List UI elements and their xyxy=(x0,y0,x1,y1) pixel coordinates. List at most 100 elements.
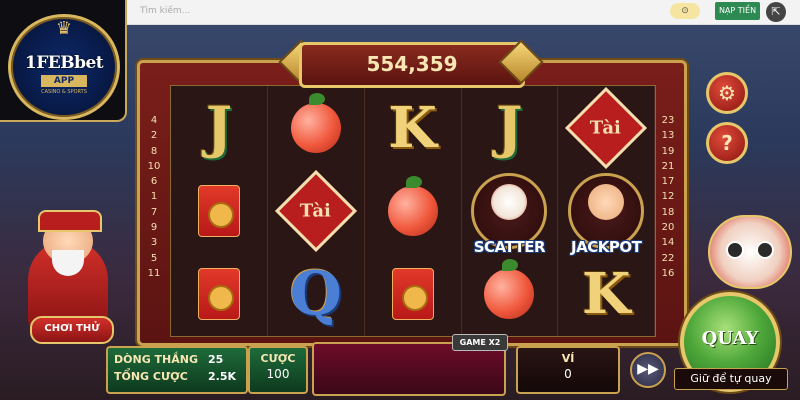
tai-symbol: Tài xyxy=(274,169,357,252)
right-payline-number: 21 xyxy=(661,160,675,172)
symbol-j: J xyxy=(496,94,523,161)
logo-brand: 1FEBbet xyxy=(24,53,104,73)
symbol-k: K xyxy=(388,94,437,161)
left-payline-number: 4 xyxy=(150,115,158,126)
reel-column-3: K xyxy=(365,86,462,336)
god-of-wealth-character xyxy=(10,210,120,330)
deposit-button[interactable]: NẠP TIỀN xyxy=(715,2,760,20)
total-bet-value: 2.5K xyxy=(208,370,237,383)
reel-cell xyxy=(365,252,461,335)
external-link-icon[interactable]: ⇱ xyxy=(766,2,786,22)
reel-cell xyxy=(171,169,267,252)
reel-column-2: Tài Q xyxy=(268,86,365,336)
reel-cell: Q xyxy=(268,252,364,335)
reel-column-1: J xyxy=(171,86,268,336)
logo-app-label: APP xyxy=(41,75,87,87)
reel-cell: Tài xyxy=(558,86,654,169)
reel-grid: J Tài Q K J SCATTER Tài JACKPOT K xyxy=(170,85,656,337)
right-payline-number: 18 xyxy=(661,206,675,218)
logo-badge: ♛ 1FEBbet APP CASINO & SPORTS xyxy=(8,14,120,120)
search-input[interactable]: Tìm kiếm... xyxy=(140,3,660,19)
reel-cell: SCATTER xyxy=(461,169,557,256)
bet-value: 100 xyxy=(266,367,290,381)
reel-column-4: J SCATTER xyxy=(461,86,559,336)
right-payline-number: 20 xyxy=(661,222,675,234)
left-payline-number: 8 xyxy=(150,145,158,157)
help-question-icon[interactable]: ? xyxy=(706,122,748,164)
game-x2-button[interactable]: GAME X2 xyxy=(452,334,508,351)
reel-column-5: Tài JACKPOT K xyxy=(558,86,656,336)
left-payline-number: 2 xyxy=(150,130,158,142)
right-payline-number: 22 xyxy=(661,252,675,264)
peach-icon xyxy=(484,258,535,319)
right-payline-numbers: 23 13 19 21 17 12 18 20 14 22 16 xyxy=(660,113,676,281)
symbol-q: Q xyxy=(289,258,342,329)
stats-panel: DÒNG THẮNG 25 TỔNG CƯỢC 2.5K xyxy=(106,346,248,394)
right-payline-number: 16 xyxy=(661,267,675,279)
right-payline-number: 12 xyxy=(661,191,675,203)
reel-cell xyxy=(268,86,364,169)
hold-to-autospin-label: Giữ để tự quay xyxy=(674,368,788,390)
tai-label: Tài xyxy=(300,200,332,221)
left-payline-number: 10 xyxy=(147,160,161,172)
settings-gear-icon[interactable]: ⚙ xyxy=(706,72,748,114)
left-payline-number: 6 xyxy=(150,176,158,188)
character-hat xyxy=(38,210,102,232)
jackpot-bar: 554,359 xyxy=(299,42,525,88)
lion-eye-left xyxy=(726,241,744,259)
peach-icon xyxy=(387,175,438,236)
lion-head xyxy=(708,215,792,289)
reel-cell: Tài xyxy=(268,169,364,252)
reel-cell xyxy=(461,252,557,335)
logo-tagline: CASINO & SPORTS xyxy=(41,89,87,95)
reel-cell xyxy=(365,169,461,252)
left-payline-numbers: 4 2 8 10 6 1 7 9 3 5 11 xyxy=(146,113,162,281)
red-envelope-icon xyxy=(198,267,240,320)
lion-eye-right xyxy=(756,241,774,259)
left-payline-number: 7 xyxy=(150,206,158,218)
peach-icon xyxy=(290,92,341,153)
scatter-face-icon xyxy=(491,183,528,220)
symbol-k: K xyxy=(581,260,631,327)
reel-cell: J xyxy=(171,86,267,169)
bet-panel[interactable]: CƯỢC 100 xyxy=(248,346,308,394)
bet-label: CƯỢC xyxy=(260,352,296,365)
winning-lines-label: DÒNG THẮNG xyxy=(114,353,199,366)
jackpot-symbol: JACKPOT xyxy=(568,172,645,256)
total-bet-row: TỔNG CƯỢC 2.5K xyxy=(114,370,236,383)
wallet-panel: VÍ 0 xyxy=(516,346,620,394)
try-play-button[interactable]: CHƠI THỬ xyxy=(30,316,114,344)
reel-cell xyxy=(171,252,267,335)
wallet-value: 0 xyxy=(564,367,572,381)
right-payline-number: 14 xyxy=(661,237,675,249)
scatter-symbol: SCATTER xyxy=(471,172,548,256)
tai-label: Tài xyxy=(590,117,622,138)
right-payline-number: 23 xyxy=(661,115,675,126)
crown-icon: ♛ xyxy=(55,18,73,39)
total-bet-label: TỔNG CƯỢC xyxy=(114,370,188,383)
winning-lines-row: DÒNG THẮNG 25 xyxy=(114,353,223,366)
symbol-j: J xyxy=(205,94,233,161)
left-payline-number: 3 xyxy=(150,237,158,249)
fast-forward-icon[interactable]: ▶▶ xyxy=(630,352,666,388)
tai-symbol: Tài xyxy=(565,86,648,169)
reel-cell: JACKPOT xyxy=(558,169,654,256)
reel-frame: 4 2 8 10 6 1 7 9 3 5 11 23 13 19 21 17 12 18 20 14 22 16 J Tà… xyxy=(137,60,687,346)
right-payline-number: 13 xyxy=(661,130,675,142)
reel-cell: K xyxy=(365,86,461,169)
winning-lines-value: 25 xyxy=(208,353,224,366)
right-payline-number: 17 xyxy=(661,176,675,188)
wallet-label: VÍ xyxy=(561,352,575,365)
logo-container: ♛ 1FEBbet APP CASINO & SPORTS xyxy=(0,0,127,122)
jackpot-face-icon xyxy=(588,183,625,220)
red-envelope-icon xyxy=(391,267,434,320)
left-payline-number: 1 xyxy=(150,191,158,203)
left-payline-number: 11 xyxy=(147,267,161,279)
left-payline-number: 9 xyxy=(150,222,158,234)
reel-cell: K xyxy=(558,252,654,335)
red-envelope-icon xyxy=(198,184,240,237)
coin-icon: ⊙ xyxy=(670,3,700,19)
jackpot-value: 554,359 xyxy=(366,52,458,76)
reel-cell: J xyxy=(461,86,557,169)
left-payline-number: 5 xyxy=(150,252,158,264)
